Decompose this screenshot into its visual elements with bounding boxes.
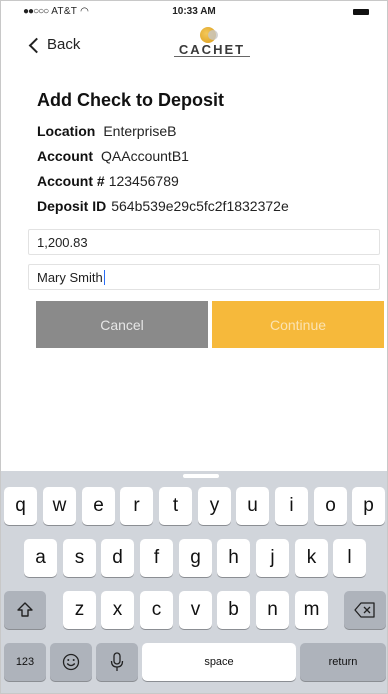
account-number-row: Account #123456789 — [37, 173, 179, 189]
key-y[interactable]: y — [198, 487, 231, 525]
numbers-key[interactable]: 123 — [4, 643, 46, 681]
key-x[interactable]: x — [101, 591, 134, 629]
text-cursor — [103, 270, 105, 285]
key-d[interactable]: d — [101, 539, 134, 577]
continue-label: Continue — [269, 316, 327, 333]
account-row: Account QAAccountB1 — [37, 148, 189, 164]
key-f[interactable]: f — [140, 539, 173, 577]
cancel-button[interactable]: Cancel — [36, 301, 208, 348]
logo-mark-overlay — [208, 30, 218, 40]
key-u[interactable]: u — [236, 487, 269, 525]
account-number-value: 123456789 — [108, 173, 179, 189]
deposit-id-value: 564b539e29c5fc2f1832372e — [111, 198, 289, 214]
key-a[interactable]: a — [24, 539, 57, 577]
shift-key[interactable] — [4, 591, 46, 629]
logo-wordmark: CACHET — [178, 42, 246, 57]
key-l[interactable]: l — [333, 539, 366, 577]
back-label: Back — [47, 36, 81, 53]
status-time: 10:33 AM — [172, 6, 216, 17]
location-value: EnterpriseB — [103, 123, 177, 139]
key-j[interactable]: j — [256, 539, 289, 577]
key-r[interactable]: r — [120, 487, 153, 525]
return-key[interactable]: return — [300, 643, 386, 681]
backspace-key[interactable] — [344, 591, 386, 629]
key-o[interactable]: o — [314, 487, 347, 525]
key-t[interactable]: t — [159, 487, 192, 525]
back-button[interactable]: Back — [28, 36, 81, 53]
key-p[interactable]: p — [352, 487, 385, 525]
location-label: Location — [37, 123, 96, 139]
space-key[interactable]: space — [142, 643, 296, 681]
key-q[interactable]: q — [4, 487, 37, 525]
key-h[interactable]: h — [217, 539, 250, 577]
status-bar: ●●○○○ AT&T ◠ 10:33 AM — [1, 1, 387, 21]
key-g[interactable]: g — [179, 539, 212, 577]
chevron-left-icon — [28, 37, 45, 53]
battery-icon — [353, 9, 369, 15]
key-s[interactable]: s — [63, 539, 96, 577]
phone-screen: ●●○○○ AT&T ◠ 10:33 AM Back CACHET Add Che… — [0, 0, 388, 694]
keyboard-handle — [183, 474, 219, 478]
key-c[interactable]: c — [140, 591, 173, 629]
key-w[interactable]: w — [43, 487, 76, 525]
account-label: Account — [37, 148, 93, 164]
payer-name-field[interactable]: Mary Smith — [28, 264, 380, 290]
backspace-icon — [354, 602, 375, 618]
deposit-id-label: Deposit ID — [37, 198, 107, 214]
key-m[interactable]: m — [295, 591, 328, 629]
key-e[interactable]: e — [82, 487, 115, 525]
keyboard: q w e r t y u i o p a s d f g h j k l z … — [1, 471, 387, 693]
key-v[interactable]: v — [179, 591, 212, 629]
page-title: Add Check to Deposit — [37, 90, 225, 110]
emoji-icon — [62, 653, 80, 671]
amount-value: 1,200.83 — [37, 235, 88, 250]
continue-button[interactable]: Continue — [212, 301, 384, 348]
key-n[interactable]: n — [256, 591, 289, 629]
payer-name-value: Mary Smith — [37, 270, 103, 285]
deposit-id-row: Deposit ID 564b539e29c5fc2f1832372e — [37, 198, 289, 214]
location-row: Location EnterpriseB — [37, 123, 177, 139]
key-k[interactable]: k — [295, 539, 328, 577]
account-value: QAAccountB1 — [101, 148, 189, 164]
cancel-label: Cancel — [100, 316, 144, 333]
cachet-logo: CACHET — [172, 27, 252, 63]
dictation-key[interactable] — [96, 643, 138, 681]
emoji-key[interactable] — [50, 643, 92, 681]
key-i[interactable]: i — [275, 487, 308, 525]
shift-icon — [17, 602, 33, 617]
nav-bar: Back CACHET — [1, 21, 387, 69]
account-number-label: Account # — [37, 173, 105, 189]
amount-field[interactable]: 1,200.83 — [28, 229, 380, 255]
key-b[interactable]: b — [217, 591, 250, 629]
microphone-icon — [110, 652, 124, 671]
key-z[interactable]: z — [63, 591, 96, 629]
logo-rule — [174, 56, 250, 57]
